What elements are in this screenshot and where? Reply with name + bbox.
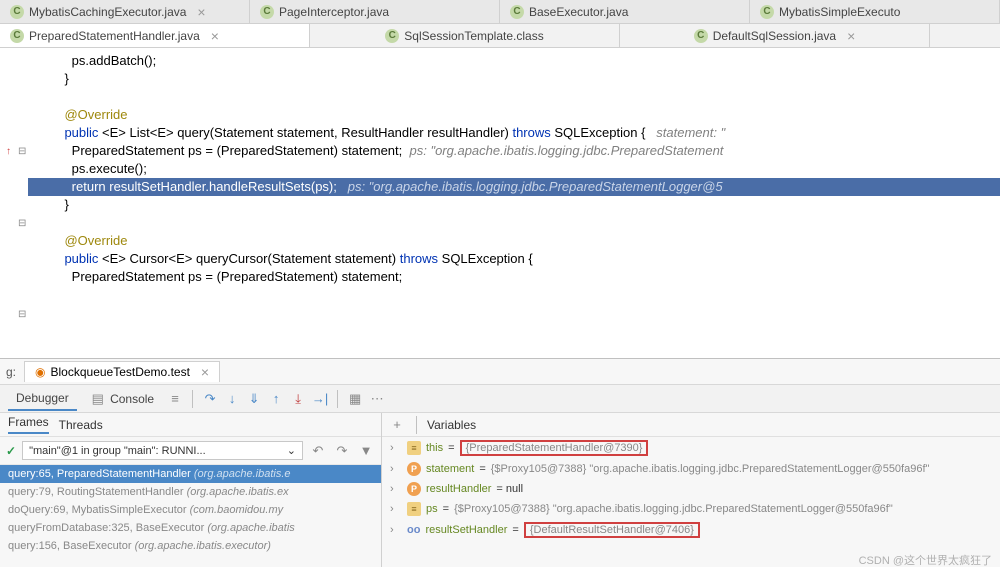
debug-label: g:	[6, 365, 16, 379]
tab-file[interactable]: CBaseExecutor.java	[500, 0, 750, 23]
code-line-current: return resultSetHandler.handleResultSets…	[0, 178, 1000, 196]
java-class-icon: C	[694, 29, 708, 43]
run-to-cursor-icon[interactable]: →|	[311, 390, 329, 408]
code-line: ps.addBatch();	[0, 52, 1000, 70]
tab-file[interactable]: CPageInterceptor.java	[250, 0, 500, 23]
expand-icon[interactable]: ›	[390, 483, 402, 495]
code-line: PreparedStatement ps = (PreparedStatemen…	[0, 268, 1000, 286]
thread-selector-row: ✓ "main"@1 in group "main": RUNNI...⌄ ↶ …	[0, 437, 381, 465]
expand-icon[interactable]: ›	[390, 524, 402, 536]
watermark: CSDN @这个世界太疯狂了	[859, 552, 992, 568]
step-into-icon[interactable]: ↓	[223, 390, 241, 408]
tab-file-active[interactable]: CPreparedStatementHandler.java×	[0, 24, 310, 47]
tab-file[interactable]: CMybatisCachingExecutor.java×	[0, 0, 250, 23]
test-icon: ◉	[35, 365, 45, 379]
var-type-icon: P	[407, 482, 421, 496]
next-frame-icon[interactable]: ↷	[333, 442, 351, 460]
stack-frame[interactable]: queryFromDatabase:325, BaseExecutor (org…	[0, 519, 381, 537]
debug-header: g: ◉ BlockqueueTestDemo.test ×	[0, 359, 1000, 385]
separator	[337, 390, 338, 408]
variable-row[interactable]: ›PresultHandler = null	[382, 479, 1000, 499]
java-class-icon: C	[510, 5, 524, 19]
variables-header: Variables	[427, 418, 476, 432]
code-line: public <E> Cursor<E> queryCursor(Stateme…	[0, 250, 1000, 268]
tab-console[interactable]: ▤ Console	[81, 386, 162, 412]
stack-frame[interactable]: query:156, BaseExecutor (org.apache.ibat…	[0, 537, 381, 555]
java-class-icon: C	[10, 5, 24, 19]
run-config-tab[interactable]: ◉ BlockqueueTestDemo.test ×	[24, 361, 220, 382]
var-type-icon: ≡	[407, 441, 421, 455]
more-icon[interactable]: ⋯	[368, 390, 386, 408]
fold-icon[interactable]: ⊟	[18, 143, 26, 161]
code-line: @Override	[0, 232, 1000, 250]
code-line: PreparedStatement ps = (PreparedStatemen…	[0, 142, 1000, 160]
frames-header: Frames Threads	[0, 413, 381, 437]
tab-bar-row1: CMybatisCachingExecutor.java× CPageInter…	[0, 0, 1000, 24]
step-over-icon[interactable]: ↷	[201, 390, 219, 408]
vars-toolbar: + Variables	[382, 413, 1000, 437]
java-class-icon: C	[260, 5, 274, 19]
close-icon[interactable]: ×	[201, 364, 209, 380]
java-class-icon: C	[385, 29, 399, 43]
code-line: @Override	[0, 106, 1000, 124]
variable-row[interactable]: ›Pstatement = {$Proxy105@7388} "org.apac…	[382, 459, 1000, 479]
var-type-icon: P	[407, 462, 421, 476]
check-icon: ✓	[6, 444, 16, 458]
variable-row[interactable]: ›ooresultSetHandler = {DefaultResultSetH…	[382, 519, 1000, 541]
close-icon[interactable]: ×	[197, 4, 205, 20]
tab-file[interactable]: CMybatisSimpleExecuto	[750, 0, 1000, 23]
frames-panel: Frames Threads ✓ "main"@1 in group "main…	[0, 413, 382, 567]
separator	[416, 416, 417, 434]
close-icon[interactable]: ×	[211, 28, 219, 44]
expand-icon[interactable]: ›	[390, 503, 402, 515]
debug-tool-window: g: ◉ BlockqueueTestDemo.test × Debugger …	[0, 358, 1000, 567]
force-step-into-icon[interactable]: ⇓	[245, 390, 263, 408]
chevron-down-icon: ⌄	[287, 444, 296, 457]
tab-debugger[interactable]: Debugger	[8, 387, 77, 411]
code-line: public <E> List<E> query(Statement state…	[0, 124, 1000, 142]
evaluate-icon[interactable]: ▦	[346, 390, 364, 408]
tab-bar-row2: CPreparedStatementHandler.java× CSqlSess…	[0, 24, 1000, 48]
fold-icon[interactable]: ⊟	[18, 306, 26, 324]
threads-icon[interactable]: ≡	[166, 390, 184, 408]
gutter: ↑ ⊟ ⊟ ⊟	[0, 48, 28, 358]
ref-icon: oo	[407, 524, 420, 536]
variable-row[interactable]: ›≡ps = {$Proxy105@7388} "org.apache.ibat…	[382, 499, 1000, 519]
code-line	[0, 88, 1000, 106]
code-line: ps.execute();	[0, 160, 1000, 178]
step-out-icon[interactable]: ↑	[267, 390, 285, 408]
variable-row[interactable]: ›≡this = {PreparedStatementHandler@7390}	[382, 437, 1000, 459]
fold-icon[interactable]: ⊟	[18, 215, 26, 233]
code-line: }	[0, 196, 1000, 214]
stack-frame[interactable]: doQuery:69, MybatisSimpleExecutor (com.b…	[0, 501, 381, 519]
stack-frame[interactable]: query:65, PreparedStatementHandler (org.…	[0, 465, 381, 483]
add-watch-icon[interactable]: +	[388, 416, 406, 434]
variables-list[interactable]: ›≡this = {PreparedStatementHandler@7390}…	[382, 437, 1000, 541]
var-type-icon: ≡	[407, 502, 421, 516]
tab-file[interactable]: CDefaultSqlSession.java×	[620, 24, 930, 47]
separator	[192, 390, 193, 408]
code-line: }	[0, 70, 1000, 88]
prev-frame-icon[interactable]: ↶	[309, 442, 327, 460]
stack-frame[interactable]: query:79, RoutingStatementHandler (org.a…	[0, 483, 381, 501]
code-line	[0, 214, 1000, 232]
breakpoint-icon[interactable]: ↑	[6, 143, 11, 161]
tab-file[interactable]: CSqlSessionTemplate.class	[310, 24, 620, 47]
code-editor[interactable]: ↑ ⊟ ⊟ ⊟ ps.addBatch(); } @Override publi…	[0, 48, 1000, 358]
threads-tab[interactable]: Threads	[59, 418, 103, 432]
close-icon[interactable]: ×	[847, 28, 855, 44]
thread-dropdown[interactable]: "main"@1 in group "main": RUNNI...⌄	[22, 441, 303, 460]
frames-tab[interactable]: Frames	[8, 415, 49, 434]
variables-panel: + Variables ›≡this = {PreparedStatementH…	[382, 413, 1000, 567]
console-icon: ▤	[89, 390, 107, 408]
java-class-icon: C	[760, 5, 774, 19]
expand-icon[interactable]: ›	[390, 442, 402, 454]
frame-list[interactable]: query:65, PreparedStatementHandler (org.…	[0, 465, 381, 555]
debug-toolbar: Debugger ▤ Console ≡ ↷ ↓ ⇓ ↑ ⤓ →| ▦ ⋯	[0, 385, 1000, 413]
expand-icon[interactable]: ›	[390, 463, 402, 475]
drop-frame-icon[interactable]: ⤓	[289, 390, 307, 408]
java-class-icon: C	[10, 29, 24, 43]
filter-icon[interactable]: ▼	[357, 442, 375, 460]
debug-panels: Frames Threads ✓ "main"@1 in group "main…	[0, 413, 1000, 567]
